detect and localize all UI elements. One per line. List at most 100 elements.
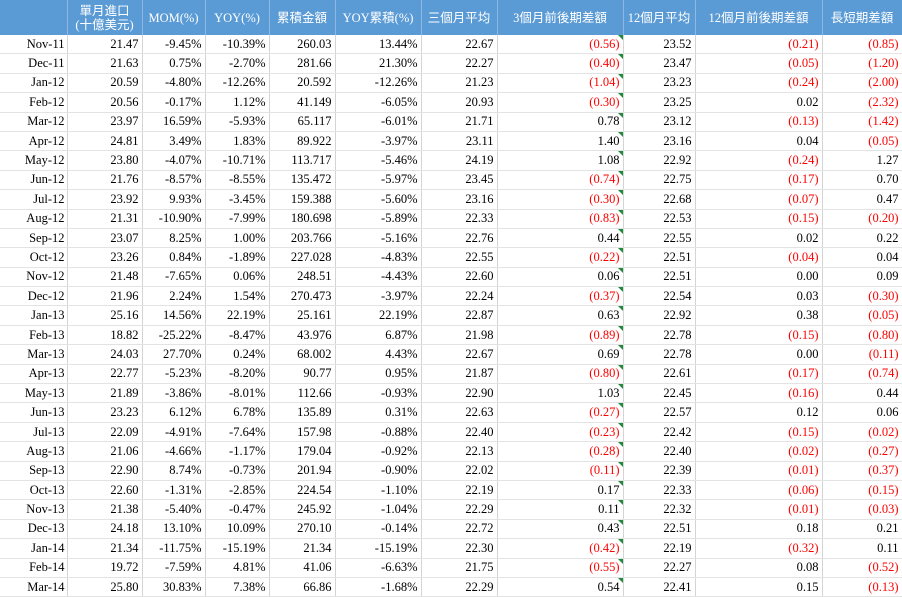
- cell-monthly-import[interactable]: 21.31: [67, 209, 143, 229]
- cell-12m-diff[interactable]: (0.16): [695, 383, 823, 404]
- cell-date[interactable]: Nov-12: [0, 267, 68, 288]
- cell-date[interactable]: Mar-14: [0, 577, 68, 597]
- cell-cumulative-amount[interactable]: 248.51: [269, 267, 336, 288]
- cell-date[interactable]: Dec-12: [0, 286, 68, 307]
- header-date[interactable]: [0, 0, 68, 35]
- cell-yoy-cumulative[interactable]: -0.88%: [335, 422, 422, 443]
- cell-yoy[interactable]: -8.01%: [205, 383, 270, 404]
- cell-3m-average[interactable]: 22.90: [421, 383, 498, 404]
- cell-3m-diff[interactable]: 0.44: [497, 228, 624, 249]
- cell-long-short-diff[interactable]: (0.27): [822, 441, 902, 462]
- cell-cumulative-amount[interactable]: 68.002: [269, 344, 336, 365]
- cell-3m-diff[interactable]: (0.37): [497, 286, 624, 307]
- cell-mom[interactable]: 8.25%: [142, 228, 206, 249]
- cell-12m-average[interactable]: 22.78: [623, 325, 696, 346]
- cell-yoy-cumulative[interactable]: -0.14%: [335, 519, 422, 540]
- cell-yoy-cumulative[interactable]: -5.89%: [335, 209, 422, 229]
- cell-12m-average[interactable]: 22.33: [623, 480, 696, 501]
- cell-3m-average[interactable]: 22.72: [421, 519, 498, 540]
- cell-long-short-diff[interactable]: (2.00): [822, 73, 902, 94]
- cell-monthly-import[interactable]: 21.38: [67, 499, 143, 520]
- cell-monthly-import[interactable]: 25.16: [67, 305, 143, 326]
- cell-yoy[interactable]: -0.47%: [205, 499, 270, 520]
- cell-12m-diff[interactable]: (0.32): [695, 538, 823, 559]
- cell-12m-average[interactable]: 22.19: [623, 538, 696, 559]
- cell-mom[interactable]: -8.57%: [142, 170, 206, 191]
- cell-3m-diff[interactable]: (0.27): [497, 402, 624, 423]
- cell-yoy-cumulative[interactable]: -1.68%: [335, 577, 422, 597]
- cell-3m-average[interactable]: 22.55: [421, 247, 498, 268]
- cell-yoy[interactable]: -10.71%: [205, 150, 270, 171]
- header-12m-diff[interactable]: 12個月前後期差額: [695, 0, 823, 35]
- cell-3m-diff[interactable]: 0.11: [497, 499, 624, 520]
- cell-date[interactable]: Dec-11: [0, 53, 68, 74]
- cell-date[interactable]: Feb-14: [0, 558, 68, 578]
- cell-cumulative-amount[interactable]: 43.976: [269, 325, 336, 346]
- cell-long-short-diff[interactable]: 0.22: [822, 228, 902, 249]
- cell-yoy-cumulative[interactable]: -15.19%: [335, 538, 422, 559]
- cell-12m-diff[interactable]: 0.15: [695, 577, 823, 597]
- cell-3m-diff[interactable]: 0.43: [497, 519, 624, 540]
- cell-12m-diff[interactable]: 0.38: [695, 305, 823, 326]
- cell-monthly-import[interactable]: 21.96: [67, 286, 143, 307]
- cell-yoy-cumulative[interactable]: 0.95%: [335, 364, 422, 385]
- cell-12m-average[interactable]: 23.25: [623, 92, 696, 113]
- header-monthly-import[interactable]: 單月進口 (十億美元): [67, 0, 143, 35]
- cell-mom[interactable]: -11.75%: [142, 538, 206, 559]
- cell-cumulative-amount[interactable]: 135.89: [269, 402, 336, 423]
- cell-mom[interactable]: 14.56%: [142, 305, 206, 326]
- cell-12m-average[interactable]: 22.75: [623, 170, 696, 191]
- cell-cumulative-amount[interactable]: 203.766: [269, 228, 336, 249]
- cell-monthly-import[interactable]: 22.77: [67, 364, 143, 385]
- cell-12m-diff[interactable]: (0.21): [695, 35, 823, 55]
- cell-yoy-cumulative[interactable]: -4.83%: [335, 247, 422, 268]
- cell-12m-average[interactable]: 22.27: [623, 558, 696, 578]
- cell-3m-diff[interactable]: 0.06: [497, 267, 624, 288]
- cell-yoy-cumulative[interactable]: 6.87%: [335, 325, 422, 346]
- cell-monthly-import[interactable]: 21.47: [67, 35, 143, 55]
- cell-cumulative-amount[interactable]: 270.10: [269, 519, 336, 540]
- cell-yoy-cumulative[interactable]: 21.30%: [335, 53, 422, 74]
- cell-12m-diff[interactable]: (0.01): [695, 499, 823, 520]
- cell-3m-diff[interactable]: 0.78: [497, 112, 624, 132]
- cell-yoy-cumulative[interactable]: -0.92%: [335, 441, 422, 462]
- cell-yoy-cumulative[interactable]: -5.16%: [335, 228, 422, 249]
- cell-mom[interactable]: -9.45%: [142, 35, 206, 55]
- cell-monthly-import[interactable]: 21.76: [67, 170, 143, 191]
- cell-12m-average[interactable]: 22.92: [623, 150, 696, 171]
- cell-mom[interactable]: -4.80%: [142, 73, 206, 94]
- cell-long-short-diff[interactable]: 0.11: [822, 538, 902, 559]
- cell-3m-diff[interactable]: 1.03: [497, 383, 624, 404]
- cell-3m-diff[interactable]: (0.74): [497, 170, 624, 191]
- cell-cumulative-amount[interactable]: 21.34: [269, 538, 336, 559]
- cell-3m-average[interactable]: 22.40: [421, 422, 498, 443]
- cell-12m-diff[interactable]: 0.04: [695, 131, 823, 152]
- cell-long-short-diff[interactable]: (0.11): [822, 344, 902, 365]
- cell-mom[interactable]: -25.22%: [142, 325, 206, 346]
- cell-cumulative-amount[interactable]: 113.717: [269, 150, 336, 171]
- cell-yoy-cumulative[interactable]: -4.43%: [335, 267, 422, 288]
- cell-3m-average[interactable]: 21.87: [421, 364, 498, 385]
- cell-date[interactable]: Nov-13: [0, 499, 68, 520]
- cell-mom[interactable]: -7.59%: [142, 558, 206, 578]
- cell-cumulative-amount[interactable]: 65.117: [269, 112, 336, 132]
- cell-yoy[interactable]: -2.70%: [205, 53, 270, 74]
- cell-3m-average[interactable]: 20.93: [421, 92, 498, 113]
- cell-mom[interactable]: -0.17%: [142, 92, 206, 113]
- cell-date[interactable]: Feb-13: [0, 325, 68, 346]
- cell-3m-average[interactable]: 22.24: [421, 286, 498, 307]
- cell-12m-diff[interactable]: (0.15): [695, 325, 823, 346]
- cell-date[interactable]: Mar-13: [0, 344, 68, 365]
- cell-cumulative-amount[interactable]: 227.028: [269, 247, 336, 268]
- cell-3m-diff[interactable]: (0.89): [497, 325, 624, 346]
- cell-mom[interactable]: 0.75%: [142, 53, 206, 74]
- cell-cumulative-amount[interactable]: 179.04: [269, 441, 336, 462]
- cell-yoy-cumulative[interactable]: -3.97%: [335, 286, 422, 307]
- cell-12m-diff[interactable]: (0.15): [695, 422, 823, 443]
- cell-cumulative-amount[interactable]: 281.66: [269, 53, 336, 74]
- cell-date[interactable]: Aug-12: [0, 209, 68, 229]
- cell-yoy-cumulative[interactable]: -1.10%: [335, 480, 422, 501]
- cell-3m-diff[interactable]: (0.83): [497, 209, 624, 229]
- cell-mom[interactable]: 9.93%: [142, 189, 206, 210]
- cell-cumulative-amount[interactable]: 41.06: [269, 558, 336, 578]
